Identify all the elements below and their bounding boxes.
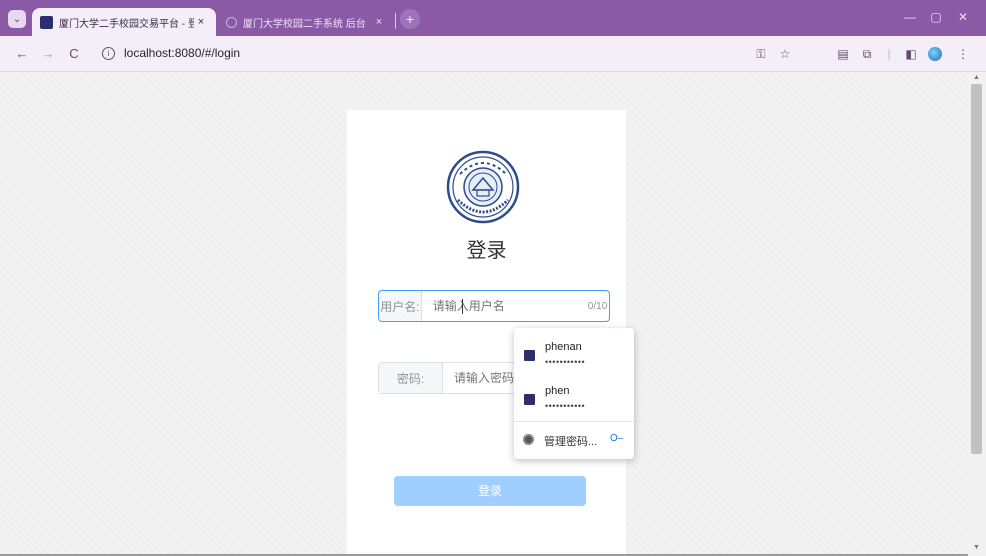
chrome-icon <box>523 434 534 445</box>
toolbar-divider: | <box>887 47 891 61</box>
username-char-counter: 0/10 <box>587 300 608 312</box>
login-button[interactable]: 登录 <box>394 476 586 506</box>
profile-avatar[interactable] <box>926 45 944 63</box>
browser-toolbar: ← → C i localhost:8080/#/login ⚿ ☆ ▤ ⧉ |… <box>0 36 986 72</box>
site-favicon-icon <box>524 350 535 361</box>
scroll-up-icon[interactable]: ▲ <box>973 74 980 81</box>
loading-favicon-icon <box>226 16 237 28</box>
page-scrollbar[interactable]: ▲ ▼ <box>968 72 986 556</box>
password-autofill-popup: phenan ••••••••••• phen ••••••••••• 管理密码… <box>514 328 634 459</box>
key-icon[interactable]: ⚿ <box>752 45 770 63</box>
university-seal-logo <box>446 150 520 224</box>
key-icon: O– <box>610 433 624 444</box>
autofill-password-mask: ••••••••••• <box>545 401 586 411</box>
reload-button[interactable]: C <box>66 46 82 62</box>
scroll-down-icon[interactable]: ▼ <box>973 544 980 551</box>
tab-title: 厦门大学校园二手系统 后台 <box>243 18 366 30</box>
url-text: localhost:8080/#/login <box>124 46 241 60</box>
tab-search-button[interactable]: ⌄ <box>8 10 26 28</box>
close-window-button[interactable]: ✕ <box>955 10 971 24</box>
browser-titlebar: ⌄ 厦门大学二手校园交易平台 - 登 × 厦门大学校园二手系统 后台 × + —… <box>0 0 986 36</box>
minimize-button[interactable]: — <box>902 10 918 24</box>
address-bar[interactable]: i localhost:8080/#/login <box>94 41 794 67</box>
login-title: 登录 <box>466 240 507 262</box>
reading-list-icon[interactable]: ▤ <box>834 45 852 63</box>
extensions-icon[interactable]: ⧉ <box>858 45 876 63</box>
password-label: 密码: <box>379 363 443 393</box>
autofill-account-item[interactable]: phen ••••••••••• <box>514 378 634 420</box>
forward-button[interactable]: → <box>40 46 56 62</box>
chevron-down-icon: ⌄ <box>12 13 22 25</box>
text-caret <box>462 299 463 314</box>
page-background: 登录 用户名: 0/10 密码: 登录 <box>0 72 968 556</box>
new-tab-button[interactable]: + <box>400 9 420 29</box>
browser-menu-icon[interactable]: ⋮ <box>954 45 972 63</box>
scrollbar-thumb[interactable] <box>971 84 982 454</box>
manage-passwords-label: 管理密码... <box>544 436 598 448</box>
autofill-account-item[interactable]: phenan ••••••••••• <box>514 334 634 376</box>
username-label: 用户名: <box>379 291 422 321</box>
autofill-username: phen <box>545 385 570 397</box>
autofill-password-mask: ••••••••••• <box>545 357 586 367</box>
close-icon[interactable]: × <box>194 16 208 28</box>
autofill-username: phenan <box>545 341 582 353</box>
username-field[interactable]: 用户名: 0/10 <box>378 290 610 322</box>
back-button[interactable]: ← <box>14 46 30 62</box>
tab-divider <box>395 13 396 29</box>
site-info-icon[interactable]: i <box>102 47 115 60</box>
site-favicon-icon <box>40 15 53 29</box>
username-input[interactable] <box>421 291 588 321</box>
tab-admin[interactable]: 厦门大学校园二手系统 后台 × <box>218 8 394 36</box>
manage-passwords-item[interactable]: 管理密码... O– <box>514 422 634 459</box>
side-panel-icon[interactable]: ◧ <box>902 45 920 63</box>
bookmark-star-icon[interactable]: ☆ <box>776 45 794 63</box>
close-icon[interactable]: × <box>372 16 386 28</box>
tab-title: 厦门大学二手校园交易平台 - 登 <box>59 18 194 30</box>
restore-button[interactable]: ▢ <box>928 10 944 24</box>
site-favicon-icon <box>524 394 535 405</box>
tab-login[interactable]: 厦门大学二手校园交易平台 - 登 × <box>32 8 216 36</box>
